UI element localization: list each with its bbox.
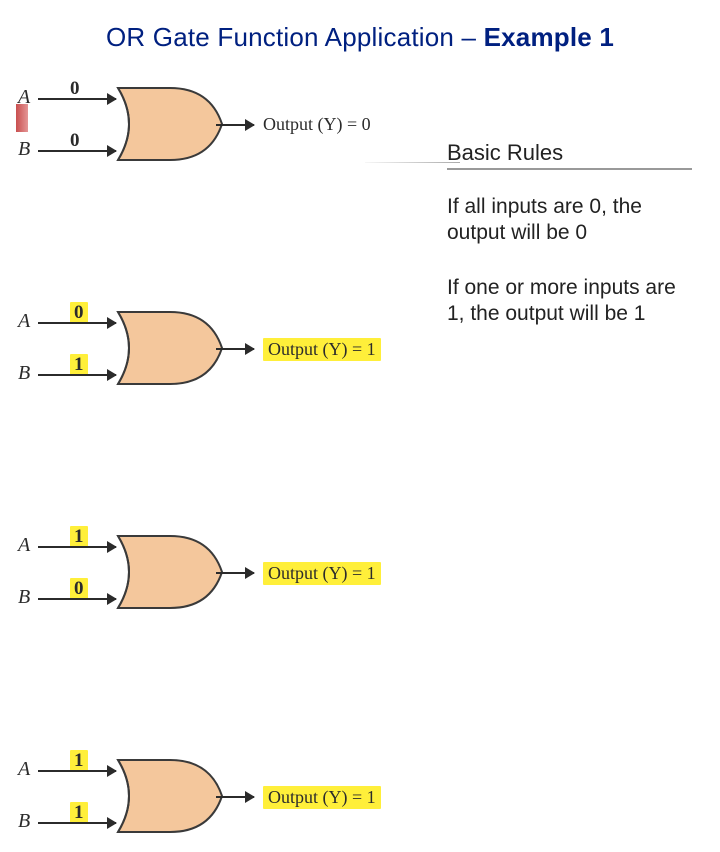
or-gate-icon [110, 74, 230, 174]
rules-header: Basic Rules [447, 140, 692, 170]
input-b-value: 0 [70, 130, 80, 152]
or-gate-icon [110, 746, 230, 846]
page-title: OR Gate Function Application – Example 1 [0, 0, 720, 53]
gate-row: A B 0 1 Output (Y) = 1 [18, 292, 448, 404]
rule-text-2: If one or more inputs are 1, the output … [447, 275, 692, 328]
input-a-arrow [38, 770, 116, 772]
output-arrow [216, 796, 254, 798]
input-b-arrow [38, 374, 116, 376]
rules-panel: Basic Rules If all inputs are 0, the out… [447, 140, 692, 355]
input-b-label: B [18, 138, 30, 161]
or-gate-diagram-grid: A B 0 0 Output (Y) = 0 A B 0 1 Output (Y… [18, 68, 448, 528]
input-b-value: 1 [70, 802, 88, 824]
output-arrow [216, 572, 254, 574]
input-a-label: A [18, 310, 30, 333]
gate-row: A B 1 0 Output (Y) = 1 [18, 516, 448, 628]
output-text: Output (Y) = 1 [263, 562, 381, 585]
input-a-value: 0 [70, 302, 88, 324]
input-a-value: 1 [70, 750, 88, 772]
input-a-arrow [38, 546, 116, 548]
output-text: Output (Y) = 1 [263, 338, 381, 361]
input-a-label: A [18, 534, 30, 557]
output-text: Output (Y) = 0 [263, 114, 371, 135]
input-a-arrow [38, 98, 116, 100]
input-b-arrow [38, 598, 116, 600]
input-b-label: B [18, 810, 30, 833]
rule-text-1: If all inputs are 0, the output will be … [447, 194, 692, 247]
input-a-label: A [18, 86, 30, 109]
input-b-label: B [18, 586, 30, 609]
input-a-value: 1 [70, 526, 88, 548]
gate-row: A B 0 0 Output (Y) = 0 [18, 68, 448, 180]
gate-row: A B 1 1 Output (Y) = 1 [18, 740, 448, 852]
input-a-value: 0 [70, 78, 80, 100]
input-b-value: 0 [70, 578, 88, 600]
input-b-value: 1 [70, 354, 88, 376]
output-arrow [216, 348, 254, 350]
or-gate-icon [110, 298, 230, 398]
output-text: Output (Y) = 1 [263, 786, 381, 809]
title-prefix: OR Gate Function Application – [106, 22, 484, 52]
input-a-arrow [38, 322, 116, 324]
title-example: Example 1 [484, 22, 614, 52]
output-arrow [216, 124, 254, 126]
or-gate-icon [110, 522, 230, 622]
input-b-label: B [18, 362, 30, 385]
input-b-arrow [38, 822, 116, 824]
input-b-arrow [38, 150, 116, 152]
input-a-label: A [18, 758, 30, 781]
